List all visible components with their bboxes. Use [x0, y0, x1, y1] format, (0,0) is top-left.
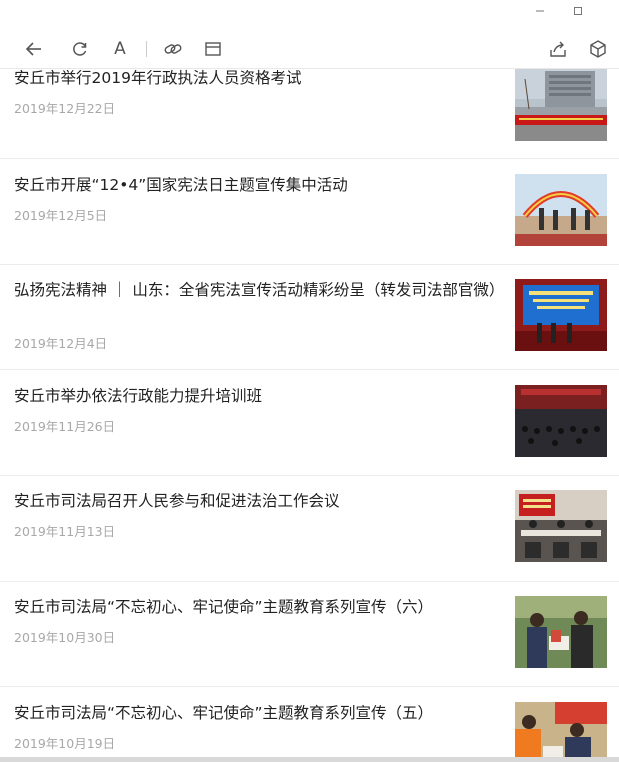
list-item[interactable]: 安丘市开展“12•4”国家宪法日主题宣传集中活动 2019年12月5日 — [0, 159, 619, 265]
list-item[interactable]: 弘扬宪法精神 ｜ 山东：全省宪法宣传活动精彩纷呈（转发司法部官微） 2019年1… — [0, 265, 619, 370]
article-thumbnail[interactable] — [515, 69, 607, 141]
share-icon[interactable] — [548, 39, 568, 59]
article-date: 2019年11月26日 — [14, 419, 116, 434]
back-arrow-icon[interactable] — [24, 39, 44, 59]
list-item[interactable]: 安丘市举办依法行政能力提升培训班 2019年11月26日 — [0, 370, 619, 476]
article-title[interactable]: 安丘市司法局“不忘初心、牢记使命”主题教育系列宣传（五） — [14, 702, 504, 725]
toolbar-divider — [146, 41, 147, 57]
article-date: 2019年10月19日 — [14, 736, 116, 751]
article-title[interactable]: 安丘市开展“12•4”国家宪法日主题宣传集中活动 — [14, 174, 504, 197]
list-item[interactable]: 安丘市司法局“不忘初心、牢记使命”主题教育系列宣传（六） 2019年10月30日 — [0, 582, 619, 687]
minimize-icon[interactable] — [521, 0, 559, 22]
article-title[interactable]: 安丘市司法局召开人民参与和促进法治工作会议 — [14, 490, 504, 513]
article-thumbnail[interactable] — [515, 385, 607, 457]
article-date: 2019年11月13日 — [14, 524, 116, 539]
article-date: 2019年12月22日 — [14, 101, 116, 116]
article-title[interactable]: 弘扬宪法精神 ｜ 山东：全省宪法宣传活动精彩纷呈（转发司法部官微） — [14, 279, 504, 302]
window-controls — [521, 0, 619, 22]
list-item[interactable]: 安丘市司法局“不忘初心、牢记使命”主题教育系列宣传（五） 2019年10月19日 — [0, 687, 619, 762]
article-list-viewport[interactable]: 安丘市举行2019年行政执法人员资格考试 2019年12月22日 安丘市开展“1… — [0, 69, 619, 762]
article-date: 2019年12月4日 — [14, 336, 108, 351]
maximize-icon[interactable] — [559, 0, 597, 22]
article-title[interactable]: 安丘市司法局“不忘初心、牢记使命”主题教育系列宣传（六） — [14, 596, 504, 619]
close-icon[interactable] — [597, 0, 619, 22]
reader-toolbar: A — [0, 30, 619, 69]
article-thumbnail[interactable] — [515, 279, 607, 351]
browser-window: A 安丘市举行2019年行政执法人员资格考试 2019年12月22日 安丘市开展… — [0, 0, 619, 762]
refresh-icon[interactable] — [70, 39, 90, 59]
article-date: 2019年12月5日 — [14, 208, 108, 223]
font-size-icon[interactable]: A — [110, 39, 130, 59]
list-item[interactable]: 安丘市举行2019年行政执法人员资格考试 2019年12月22日 — [0, 69, 619, 159]
link-icon[interactable] — [163, 39, 183, 59]
horizontal-scrollbar[interactable] — [0, 757, 619, 762]
article-thumbnail[interactable] — [515, 490, 607, 562]
list-item[interactable]: 安丘市司法局召开人民参与和促进法治工作会议 2019年11月13日 — [0, 476, 619, 582]
cube-icon[interactable] — [588, 39, 608, 59]
article-thumbnail[interactable] — [515, 174, 607, 246]
article-thumbnail[interactable] — [515, 702, 607, 762]
article-date: 2019年10月30日 — [14, 630, 116, 645]
window-icon[interactable] — [203, 39, 223, 59]
article-thumbnail[interactable] — [515, 596, 607, 668]
article-title[interactable]: 安丘市举办依法行政能力提升培训班 — [14, 385, 504, 408]
article-title[interactable]: 安丘市举行2019年行政执法人员资格考试 — [14, 69, 504, 90]
